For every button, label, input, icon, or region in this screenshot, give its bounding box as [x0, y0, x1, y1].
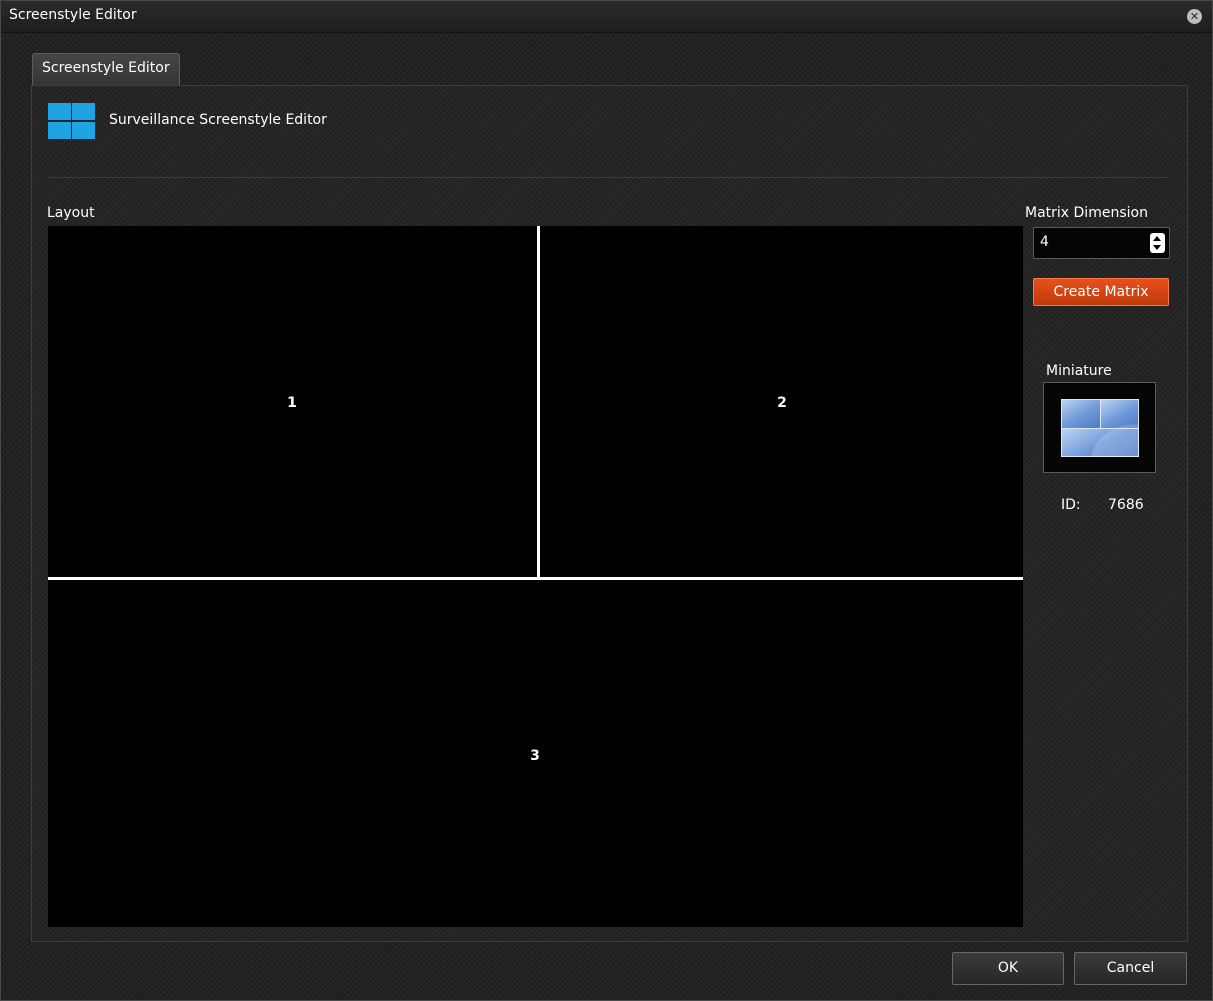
horizontal-splitter[interactable]: [48, 577, 1023, 580]
cancel-button[interactable]: Cancel: [1074, 952, 1187, 985]
layout-cell-1[interactable]: 1: [48, 226, 537, 577]
grid-pane-bottom-right: [72, 122, 95, 139]
layout-cell-number: 3: [530, 748, 540, 764]
screenstyle-editor-window: Screenstyle Editor ✕ Screenstyle Editor …: [0, 0, 1213, 1001]
page-title: Surveillance Screenstyle Editor: [109, 112, 327, 128]
layout-grid-icon: [48, 103, 95, 139]
spinner-arrows-icon[interactable]: [1150, 233, 1165, 253]
matrix-dimension-value[interactable]: 4: [1040, 234, 1049, 250]
spin-down-icon[interactable]: [1153, 245, 1161, 250]
matrix-dimension-label: Matrix Dimension: [1025, 205, 1148, 221]
miniature-gloss: [1061, 399, 1139, 457]
tab-label: Screenstyle Editor: [42, 60, 170, 76]
layout-cell-number: 1: [287, 395, 297, 411]
layout-label: Layout: [47, 205, 95, 221]
ok-button[interactable]: OK: [952, 952, 1064, 985]
miniature-preview: [1043, 382, 1156, 473]
grid-pane-bottom-left: [48, 122, 71, 139]
layout-cell-3[interactable]: 3: [48, 580, 1023, 927]
header-divider: [48, 177, 1168, 178]
miniature-label: Miniature: [1046, 363, 1112, 379]
layout-cell-2[interactable]: 2: [540, 226, 1023, 577]
grid-pane-top-left: [48, 103, 71, 120]
close-icon[interactable]: ✕: [1187, 9, 1202, 24]
id-value: 7686: [1108, 497, 1144, 513]
window-title: Screenstyle Editor: [9, 7, 137, 23]
create-matrix-button[interactable]: Create Matrix: [1033, 278, 1169, 306]
grid-pane-top-right: [72, 103, 95, 120]
spin-up-icon[interactable]: [1153, 236, 1161, 241]
title-bar[interactable]: Screenstyle Editor ✕: [1, 1, 1212, 33]
miniature-screen-icon: [1061, 399, 1139, 457]
matrix-dimension-stepper[interactable]: 4: [1033, 227, 1170, 259]
id-label: ID:: [1061, 497, 1081, 513]
layout-cell-number: 2: [777, 395, 787, 411]
vertical-splitter[interactable]: [537, 226, 540, 577]
tab-screenstyle-editor[interactable]: Screenstyle Editor: [32, 53, 180, 85]
layout-canvas[interactable]: 1 2 3: [48, 226, 1023, 927]
